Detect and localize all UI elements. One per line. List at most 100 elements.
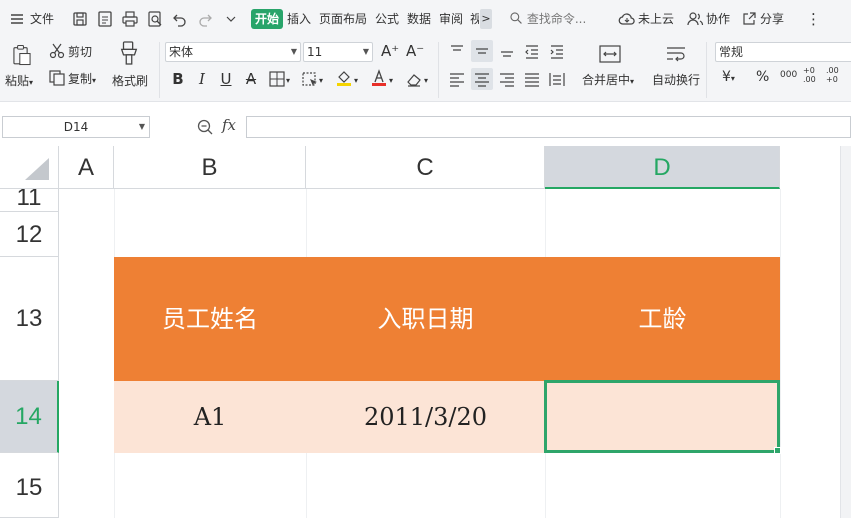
cell-b14[interactable]: A1 <box>114 381 306 453</box>
distributed-align-icon[interactable] <box>546 68 568 90</box>
collaborate-icon[interactable] <box>686 10 704 28</box>
collaborate-label[interactable]: 协作 <box>706 10 730 28</box>
decrease-font-size-icon[interactable]: A⁻ <box>406 44 424 59</box>
ribbon-separator <box>159 42 160 98</box>
gridline <box>780 189 781 518</box>
italic-button[interactable]: I <box>191 68 213 90</box>
cloud-sync-icon[interactable] <box>618 10 636 28</box>
tab-data[interactable]: 数据 <box>407 10 431 28</box>
cloud-status-label[interactable]: 未上云 <box>638 10 674 28</box>
undo-icon[interactable] <box>171 10 189 28</box>
align-center-icon[interactable] <box>471 68 493 90</box>
column-header-d[interactable]: D <box>545 146 780 189</box>
bold-button[interactable]: B <box>167 68 189 90</box>
increase-indent-icon[interactable] <box>546 40 568 62</box>
share-label[interactable]: 分享 <box>760 10 784 28</box>
share-icon[interactable] <box>740 10 758 28</box>
cut-icon[interactable] <box>48 42 66 60</box>
table-header-hire-date[interactable]: 入职日期 <box>306 257 545 381</box>
table-header-seniority[interactable]: 工龄 <box>545 257 780 381</box>
justify-icon[interactable] <box>521 68 543 90</box>
copy-icon[interactable] <box>48 69 66 87</box>
formula-input[interactable] <box>246 116 851 138</box>
cut-label[interactable]: 剪切 <box>68 45 92 59</box>
number-format-value: 常规 <box>719 45 744 59</box>
format-painter-button[interactable] <box>118 40 144 70</box>
more-tabs-chevron-icon[interactable]: > <box>480 9 492 29</box>
align-top-icon[interactable] <box>446 40 468 62</box>
currency-format-icon[interactable]: ¥▾ <box>722 70 735 86</box>
font-size-value: 11 <box>307 45 323 59</box>
format-painter-label[interactable]: 格式刷 <box>112 74 148 88</box>
cell-c14[interactable]: 2011/3/20 <box>306 381 545 453</box>
chevron-down-icon[interactable]: ▾ <box>286 74 290 88</box>
paste-label[interactable]: 粘贴▾ <box>5 74 33 90</box>
align-middle-icon[interactable] <box>471 40 493 62</box>
tab-page-layout[interactable]: 页面布局 <box>319 10 367 28</box>
insert-function-icon[interactable]: fx <box>222 116 236 134</box>
row-header-13[interactable]: 13 <box>0 257 59 381</box>
chevron-down-icon: ▼ <box>138 122 145 131</box>
chevron-down-icon[interactable]: ▾ <box>354 74 358 88</box>
row-header-11[interactable]: 11 <box>0 189 59 212</box>
table-header-employee-name[interactable]: 员工姓名 <box>114 257 306 381</box>
print-preview-icon[interactable] <box>146 10 164 28</box>
align-right-icon[interactable] <box>496 68 518 90</box>
clear-format-icon[interactable] <box>405 70 423 88</box>
thousands-separator-icon[interactable]: 000 <box>780 68 797 82</box>
align-bottom-icon[interactable] <box>496 40 518 62</box>
command-search[interactable]: 查找命令... <box>509 10 586 28</box>
chevron-down-icon[interactable]: ▾ <box>319 74 323 88</box>
chevron-down-icon[interactable]: ▾ <box>389 74 393 88</box>
tab-home[interactable]: 开始 <box>251 9 283 29</box>
redo-icon[interactable] <box>196 10 214 28</box>
increase-decimal-icon[interactable]: +0 .00 <box>803 66 821 84</box>
name-box[interactable]: D14 ▼ <box>2 116 150 138</box>
more-options-icon[interactable]: ⋮ <box>806 10 821 28</box>
search-placeholder: 查找命令... <box>526 12 587 26</box>
decrease-indent-icon[interactable] <box>521 40 543 62</box>
tab-insert[interactable]: 插入 <box>287 10 311 28</box>
strikethrough-button[interactable]: A <box>240 68 262 90</box>
tab-review[interactable]: 审阅 <box>439 10 463 28</box>
font-color-icon[interactable] <box>370 69 388 87</box>
wrap-text-label[interactable]: 自动换行 <box>652 73 700 87</box>
percent-format-icon[interactable]: % <box>756 70 769 84</box>
quick-access-dropdown-icon[interactable] <box>222 10 240 28</box>
select-all-corner[interactable] <box>0 146 59 189</box>
column-header-b[interactable]: B <box>114 146 306 189</box>
wrap-text-icon[interactable] <box>664 44 688 64</box>
vertical-scrollbar[interactable] <box>840 146 851 518</box>
merge-center-label[interactable]: 合并居中▾ <box>582 73 634 89</box>
number-format-select[interactable]: 常规 <box>715 42 851 62</box>
font-name-value: 宋体 <box>169 45 194 59</box>
file-menu[interactable]: 文件 <box>30 10 54 28</box>
print-icon[interactable] <box>121 10 139 28</box>
font-name-select[interactable]: 宋体 ▼ <box>165 42 301 62</box>
borders-icon[interactable] <box>268 70 286 88</box>
merge-center-icon[interactable] <box>598 44 622 64</box>
export-pdf-icon[interactable] <box>96 10 114 28</box>
row-header-14[interactable]: 14 <box>0 381 59 453</box>
copy-label[interactable]: 复制▾ <box>68 72 96 88</box>
tab-formulas[interactable]: 公式 <box>375 10 399 28</box>
column-header-c[interactable]: C <box>306 146 545 189</box>
font-size-select[interactable]: 11 ▼ <box>303 42 373 62</box>
save-icon[interactable] <box>71 10 89 28</box>
cell-style-icon[interactable] <box>301 70 319 88</box>
zoom-icon[interactable] <box>196 118 214 136</box>
tab-view[interactable]: 视 <box>470 10 479 28</box>
row-header-12[interactable]: 12 <box>0 212 59 257</box>
hamburger-menu-icon[interactable] <box>8 10 26 28</box>
decrease-decimal-icon[interactable]: .00 +0 <box>826 66 844 84</box>
fill-handle[interactable] <box>774 447 781 454</box>
column-header-a[interactable]: A <box>59 146 114 189</box>
spreadsheet-grid: A B C D 11 12 13 14 15 员工姓名 入职日期 工龄 A1 2… <box>0 146 851 518</box>
chevron-down-icon[interactable]: ▾ <box>424 74 428 88</box>
align-left-icon[interactable] <box>446 68 468 90</box>
row-header-15[interactable]: 15 <box>0 453 59 518</box>
increase-font-size-icon[interactable]: A⁺ <box>381 44 399 59</box>
fill-color-icon[interactable] <box>335 69 353 87</box>
underline-button[interactable]: U <box>215 68 237 90</box>
paste-button[interactable] <box>6 40 36 76</box>
